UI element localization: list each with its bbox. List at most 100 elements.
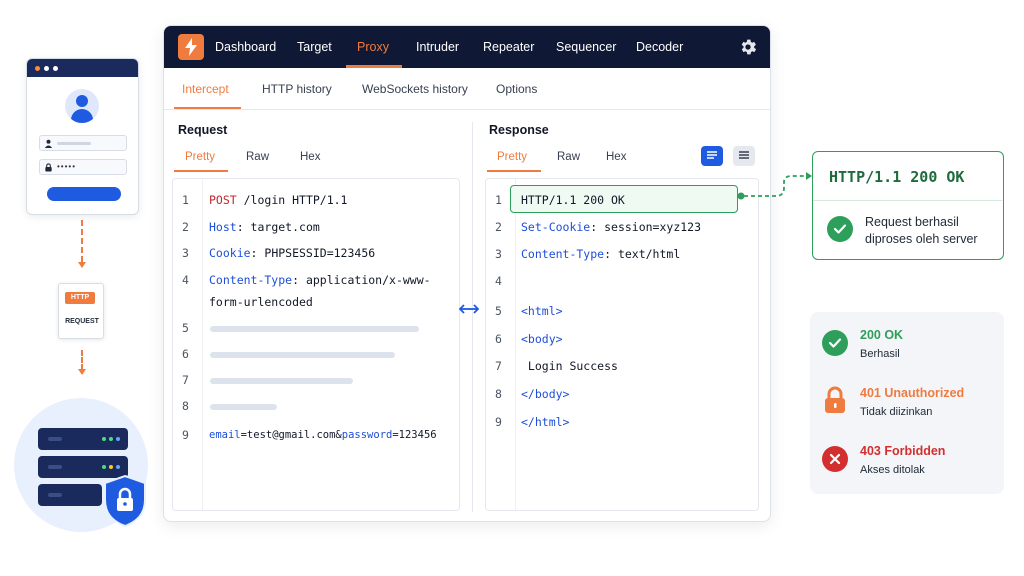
server-rack-unit xyxy=(38,428,128,450)
nav-proxy[interactable]: Proxy xyxy=(357,26,389,68)
http-tag: HTTP xyxy=(65,292,95,304)
list-view-button[interactable] xyxy=(733,146,755,166)
line-number: 8 xyxy=(495,387,502,401)
line-number: 7 xyxy=(182,373,189,387)
header-value: : application/x-www- xyxy=(292,273,431,287)
line-number: 5 xyxy=(495,304,502,318)
response-editor[interactable]: 1 HTTP/1.1 200 OK 2 Set-Cookie: session=… xyxy=(485,178,759,511)
server-illustration xyxy=(14,398,148,532)
subtab-active-indicator xyxy=(174,107,241,109)
request-tab-hex[interactable]: Hex xyxy=(300,151,320,163)
browser-titlebar xyxy=(27,59,138,77)
html-text: Login Success xyxy=(521,359,618,373)
flow-arrow xyxy=(81,350,83,370)
header-set-cookie: Set-Cookie: session=xyz123 xyxy=(521,220,701,234)
line-number: 9 xyxy=(495,415,502,429)
html-tag: </body> xyxy=(521,387,570,401)
legend-item-200: 200 OK Berhasil xyxy=(822,326,998,370)
response-tab-pretty[interactable]: Pretty xyxy=(497,151,527,163)
response-tab-raw[interactable]: Raw xyxy=(557,151,580,163)
nav-target[interactable]: Target xyxy=(297,26,332,68)
header-value: : session=xyz123 xyxy=(590,220,702,234)
user-icon xyxy=(44,139,53,148)
request-tab-pretty[interactable]: Pretty xyxy=(185,151,215,163)
line-number: 4 xyxy=(182,273,189,287)
placeholder-line xyxy=(210,378,353,384)
response-tab-indicator xyxy=(487,170,541,172)
line-number: 6 xyxy=(182,347,189,361)
placeholder-line xyxy=(210,326,419,332)
response-tab-hex[interactable]: Hex xyxy=(606,151,626,163)
line-number: 5 xyxy=(182,321,189,335)
success-callout: HTTP/1.1 200 OK Request berhasil diprose… xyxy=(812,151,1004,260)
nav-decoder[interactable]: Decoder xyxy=(636,26,683,68)
html-tag: <body> xyxy=(521,332,563,346)
pane-divider[interactable] xyxy=(472,122,473,512)
check-circle-icon xyxy=(822,330,848,356)
line-number: 2 xyxy=(182,220,189,234)
line-number: 1 xyxy=(495,193,502,207)
line-number: 8 xyxy=(182,399,189,413)
nav-intruder[interactable]: Intruder xyxy=(416,26,459,68)
legend-item-401: 401 Unauthorized Tidak diizinkan xyxy=(822,384,998,428)
response-status-line: HTTP/1.1 200 OK xyxy=(521,193,625,207)
tab-options[interactable]: Options xyxy=(496,68,537,110)
request-tab-raw[interactable]: Raw xyxy=(246,151,269,163)
html-tag: <html> xyxy=(521,304,563,318)
settings-gear-icon[interactable] xyxy=(738,37,758,57)
nav-dashboard[interactable]: Dashboard xyxy=(215,26,276,68)
header-content-type: Content-Type: application/x-www- xyxy=(209,273,431,287)
window-dot xyxy=(35,65,40,71)
request-editor[interactable]: 1 POST /login HTTP/1.1 2 Host: target.co… xyxy=(172,178,460,511)
window-dot xyxy=(44,65,49,71)
login-button-illustration xyxy=(47,187,121,201)
login-form-illustration: ••••• xyxy=(26,58,139,215)
nav-repeater[interactable]: Repeater xyxy=(483,26,534,68)
tab-http-history[interactable]: HTTP history xyxy=(262,68,332,110)
http-request-label: REQUEST xyxy=(65,318,99,325)
lock-icon xyxy=(45,162,52,172)
legend-desc: Tidak diizinkan xyxy=(860,406,933,418)
proxy-subtabs: Intercept HTTP history WebSockets histor… xyxy=(164,68,770,110)
tab-intercept[interactable]: Intercept xyxy=(182,68,229,110)
placeholder-line xyxy=(210,352,395,358)
list-icon xyxy=(739,151,749,159)
server-rack-unit xyxy=(38,484,102,506)
header-key: Content-Type xyxy=(521,247,605,261)
header-value: : text/html xyxy=(604,247,681,261)
x-circle-icon xyxy=(822,446,848,472)
app-logo-icon[interactable] xyxy=(178,34,204,60)
request-line: POST /login HTTP/1.1 xyxy=(209,193,347,207)
header-content-type: Content-Type: text/html xyxy=(521,247,680,261)
html-tag: </html> xyxy=(521,415,570,429)
line-number: 3 xyxy=(182,246,189,260)
header-key: Set-Cookie xyxy=(521,220,591,234)
username-field xyxy=(39,135,127,151)
line-number: 7 xyxy=(495,359,502,373)
header-key: Host xyxy=(209,220,237,234)
response-pane-title: Response xyxy=(489,123,549,137)
legend-desc: Berhasil xyxy=(860,348,900,360)
callout-message: Request berhasil diproses oleh server xyxy=(865,215,978,246)
http-method: POST xyxy=(209,193,237,207)
pretty-view-button[interactable] xyxy=(701,146,723,166)
line-number: 1 xyxy=(182,193,189,207)
param-value: =test@gmail.com& xyxy=(240,429,342,441)
main-navbar: Dashboard Target Proxy Intruder Repeater… xyxy=(164,26,770,68)
line-number: 3 xyxy=(495,247,502,261)
header-value: : PHPSESSID=123456 xyxy=(250,246,376,260)
header-key: Content-Type xyxy=(209,273,293,287)
legend-item-403: 403 Forbidden Akses ditolak xyxy=(822,442,998,486)
nav-sequencer[interactable]: Sequencer xyxy=(556,26,616,68)
user-avatar-icon xyxy=(65,89,99,123)
http-request-document-icon: HTTP REQUEST xyxy=(58,283,104,339)
legend-desc: Akses ditolak xyxy=(860,464,925,476)
tab-websockets-history[interactable]: WebSockets history xyxy=(362,68,468,110)
swap-arrows-icon xyxy=(458,304,480,314)
request-tab-indicator xyxy=(174,170,228,172)
callout-divider xyxy=(813,200,1002,201)
header-value: : target.com xyxy=(236,220,320,234)
flow-arrowhead xyxy=(78,262,86,268)
header-cookie: Cookie: PHPSESSID=123456 xyxy=(209,246,375,260)
legend-code: 403 Forbidden xyxy=(860,444,946,458)
